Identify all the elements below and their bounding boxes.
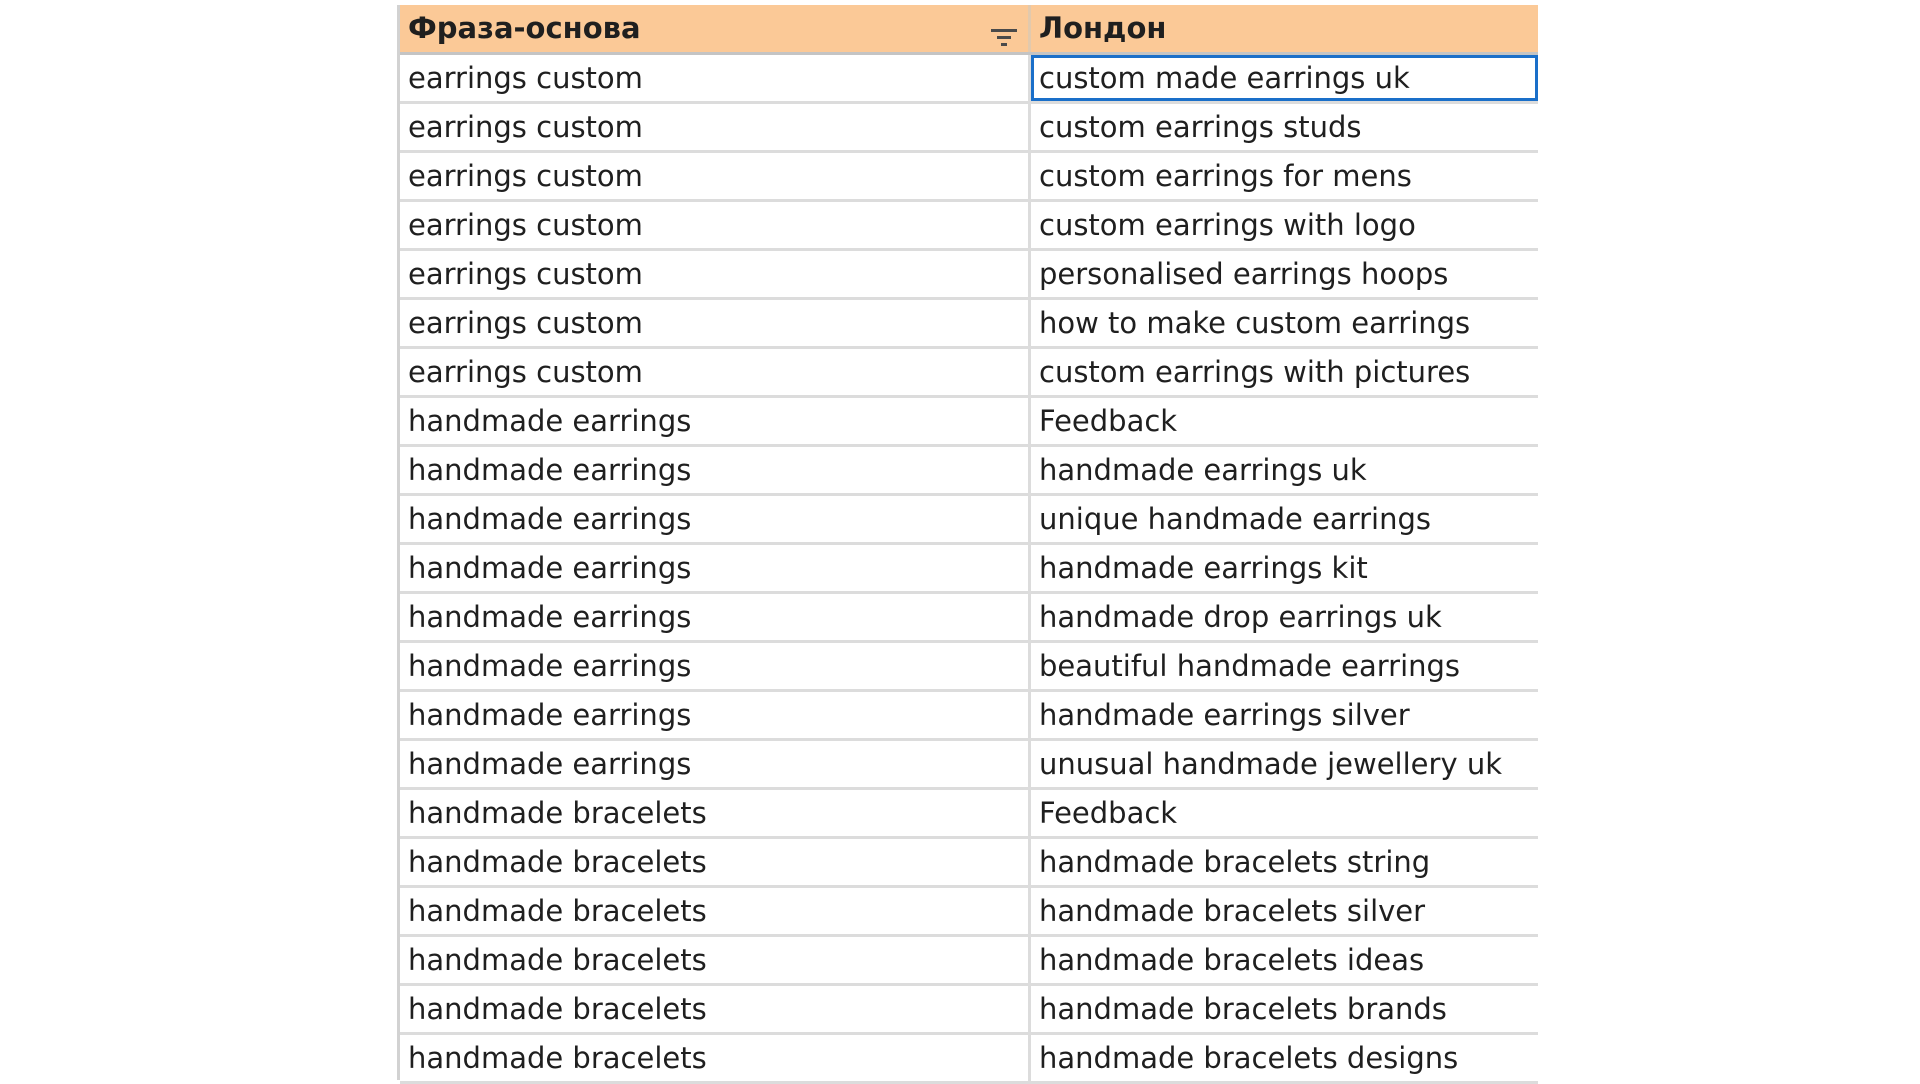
table-row: handmade earrings handmade earrings silve… (400, 692, 1538, 741)
cell-london-selected[interactable]: custom made earrings uk (1031, 55, 1538, 101)
cell-london[interactable]: custom earrings for mens (1031, 153, 1538, 199)
cell-base-phrase[interactable]: handmade earrings (400, 496, 1031, 542)
table-row: handmade bracelets handmade bracelets des… (400, 1035, 1538, 1084)
cell-base-phrase[interactable]: handmade earrings (400, 398, 1031, 444)
table-row: handmade bracelets handmade bracelets sil… (400, 888, 1538, 937)
cell-base-phrase[interactable]: handmade bracelets (400, 839, 1031, 885)
cell-base-phrase[interactable]: handmade bracelets (400, 986, 1031, 1032)
cell-base-phrase[interactable]: earrings custom (400, 251, 1031, 297)
table-row: earrings custom custom earrings studs (400, 104, 1538, 153)
table-row: earrings custom custom earrings for mens (400, 153, 1538, 202)
cell-london[interactable]: handmade earrings silver (1031, 692, 1538, 738)
cell-london[interactable]: handmade bracelets brands (1031, 986, 1538, 1032)
table-row: earrings custom custom earrings with pict… (400, 349, 1538, 398)
cell-base-phrase[interactable]: earrings custom (400, 104, 1031, 150)
cell-london[interactable]: beautiful handmade earrings (1031, 643, 1538, 689)
cell-base-phrase[interactable]: handmade bracelets (400, 888, 1031, 934)
table-row: handmade earrings beautiful handmade earr… (400, 643, 1538, 692)
cell-base-phrase[interactable]: handmade earrings (400, 447, 1031, 493)
table-row: handmade earrings Feedback (400, 398, 1538, 447)
table-row: handmade bracelets Feedback (400, 790, 1538, 839)
cell-base-phrase[interactable]: handmade bracelets (400, 790, 1031, 836)
cell-base-phrase[interactable]: handmade earrings (400, 545, 1031, 591)
cell-base-phrase[interactable]: handmade earrings (400, 594, 1031, 640)
column-header-base-phrase[interactable]: Фраза-основа (400, 5, 1031, 52)
cell-london[interactable]: handmade earrings uk (1031, 447, 1538, 493)
table-row: earrings custom how to make custom earrin… (400, 300, 1538, 349)
spreadsheet-table: Фраза-основа Лондон earrings custom custo… (397, 5, 1538, 1084)
table-row: handmade earrings handmade drop earrings … (400, 594, 1538, 643)
cell-london[interactable]: unusual handmade jewellery uk (1031, 741, 1538, 787)
table-row: earrings custom personalised earrings hoo… (400, 251, 1538, 300)
cell-base-phrase[interactable]: handmade earrings (400, 643, 1031, 689)
column-header-base-phrase-label: Фраза-основа (408, 11, 641, 45)
table-row: handmade bracelets handmade bracelets ide… (400, 937, 1538, 986)
cell-london[interactable]: handmade bracelets ideas (1031, 937, 1538, 983)
filter-icon[interactable] (990, 16, 1018, 46)
table-row: handmade earrings unusual handmade jewell… (400, 741, 1538, 790)
cell-london[interactable]: personalised earrings hoops (1031, 251, 1538, 297)
cell-base-phrase[interactable]: earrings custom (400, 300, 1031, 346)
cell-london[interactable]: unique handmade earrings (1031, 496, 1538, 542)
table-row: handmade bracelets handmade bracelets str… (400, 839, 1538, 888)
cell-london[interactable]: handmade earrings kit (1031, 545, 1538, 591)
table-row: earrings custom custom earrings with logo (400, 202, 1538, 251)
cell-london[interactable]: Feedback (1031, 790, 1538, 836)
cell-base-phrase[interactable]: handmade bracelets (400, 1035, 1031, 1081)
table-row: earrings custom custom made earrings uk (400, 55, 1538, 104)
cell-base-phrase[interactable]: earrings custom (400, 55, 1031, 101)
cell-base-phrase[interactable]: earrings custom (400, 153, 1031, 199)
column-header-london[interactable]: Лондон (1031, 5, 1538, 52)
cell-base-phrase[interactable]: handmade earrings (400, 741, 1031, 787)
cell-london[interactable]: custom earrings with pictures (1031, 349, 1538, 395)
table-row: handmade earrings unique handmade earring… (400, 496, 1538, 545)
cell-london[interactable]: handmade bracelets string (1031, 839, 1538, 885)
cell-base-phrase[interactable]: earrings custom (400, 202, 1031, 248)
cell-london[interactable]: handmade bracelets silver (1031, 888, 1538, 934)
table-body: earrings custom custom made earrings uk ea… (400, 55, 1538, 1084)
cell-london[interactable]: Feedback (1031, 398, 1538, 444)
cell-base-phrase[interactable]: earrings custom (400, 349, 1031, 395)
cell-base-phrase[interactable]: handmade earrings (400, 692, 1031, 738)
table-row: handmade earrings handmade earrings kit (400, 545, 1538, 594)
header-row: Фраза-основа Лондон (400, 5, 1538, 55)
cell-london[interactable]: how to make custom earrings (1031, 300, 1538, 346)
table-row: handmade earrings handmade earrings uk (400, 447, 1538, 496)
cell-london[interactable]: handmade drop earrings uk (1031, 594, 1538, 640)
cell-london[interactable]: custom earrings studs (1031, 104, 1538, 150)
cell-base-phrase[interactable]: handmade bracelets (400, 937, 1031, 983)
table-row: handmade bracelets handmade bracelets bra… (400, 986, 1538, 1035)
cell-london[interactable]: custom earrings with logo (1031, 202, 1538, 248)
column-header-london-label: Лондон (1039, 11, 1167, 45)
cell-london[interactable]: handmade bracelets designs (1031, 1035, 1538, 1081)
